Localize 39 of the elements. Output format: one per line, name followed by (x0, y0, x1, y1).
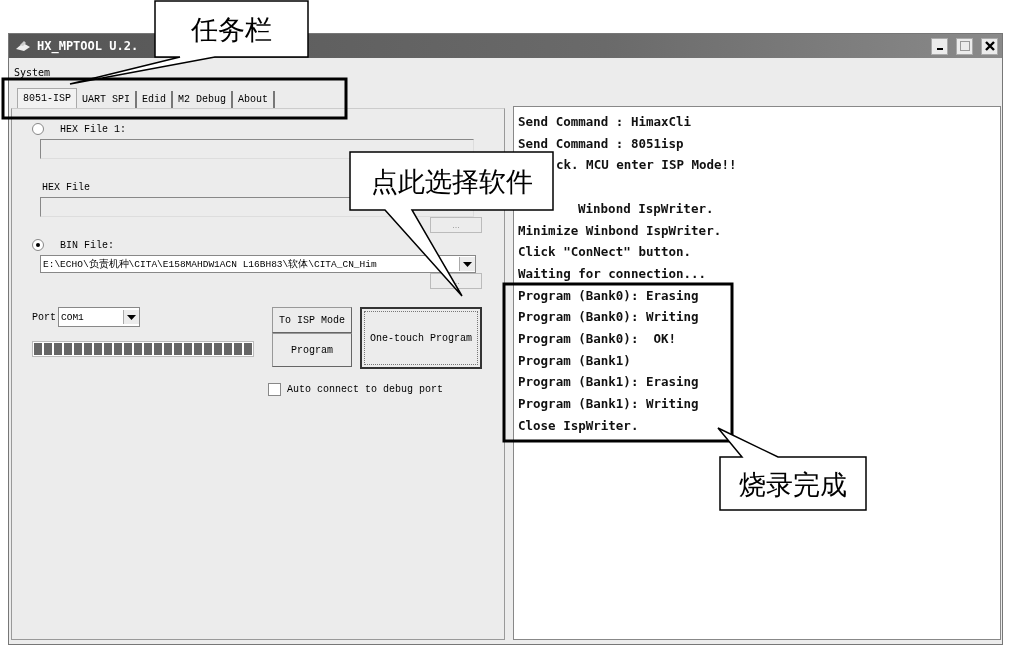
isp-mode-button[interactable]: To ISP Mode (272, 307, 352, 333)
log-line: Send Command : 8051isp (518, 134, 685, 153)
minimize-button[interactable] (931, 37, 948, 55)
callout-tooltip: 烧录完成 (717, 427, 867, 511)
path-dropdown[interactable]: E:\ECHO\负责机种\CITA\E158MAHDW1ACN L16BH83\软体\CITA_CN_Him (40, 255, 476, 273)
close-button[interactable] (981, 37, 998, 55)
radio-button[interactable] (32, 239, 44, 251)
maximize-button[interactable] (956, 37, 973, 55)
field-label: HEX File (41, 181, 90, 193)
dropdown-arrow-icon (463, 261, 472, 267)
tab[interactable]: 8051-ISP (17, 88, 77, 108)
checkbox-label: Auto connect to debug port (286, 384, 444, 395)
log-line: Program (Bank1): Erasing (518, 373, 700, 392)
log-line: Send Command : HimaxCli (518, 113, 693, 131)
checkbox[interactable] (268, 383, 281, 396)
log-line: Program (Bank0): Writing (518, 308, 700, 327)
field-label: BIN File: (59, 239, 114, 251)
log-line: Minimize Winbond IspWriter. (518, 221, 723, 240)
radio-button[interactable] (32, 123, 44, 135)
program-button[interactable]: Program (272, 333, 352, 367)
dropdown-arrow-icon (127, 314, 136, 320)
log-line: Program (Bank0): OK! (518, 330, 678, 348)
log-line: Program (Bank1) (518, 351, 632, 370)
one-touch-program-button[interactable]: One-touch Program (360, 307, 482, 369)
app-icon (15, 40, 31, 52)
log-line: Waiting for connection... (518, 264, 708, 283)
port-label: Port (32, 311, 56, 323)
field-label: HEX File 1: (59, 123, 126, 135)
log-line: ck. MCU enter ISP Mode!! (555, 156, 738, 175)
maximize-icon (959, 41, 970, 51)
log-line: Program (Bank0): Erasing (518, 286, 700, 305)
menu-item[interactable]: System (14, 67, 51, 78)
port-dropdown[interactable]: COM1 (58, 307, 140, 327)
log-line: Winbond IspWriter. (577, 199, 715, 218)
log-line: Program (Bank1): Writing (518, 395, 700, 414)
window-title: HX_MPTOOL U.2. (37, 39, 139, 53)
close-icon (984, 41, 995, 51)
log-line: Close IspWriter. (518, 416, 640, 435)
log-line: Click "ConNect" button. (518, 243, 693, 262)
